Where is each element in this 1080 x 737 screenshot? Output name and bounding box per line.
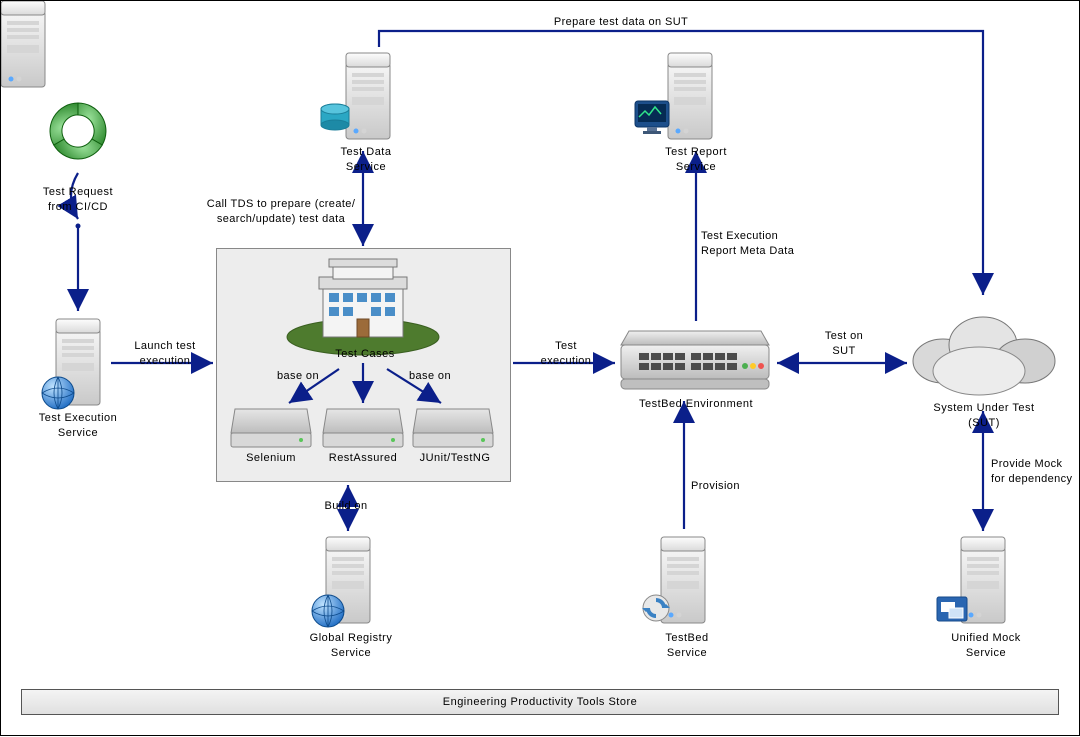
edge-call-tds: Call TDS to prepare (create/ search/upda… [191, 197, 371, 227]
test-execution-service-label: Test Execution Service [21, 411, 135, 441]
restassured-label: RestAssured [321, 451, 405, 466]
diagram-canvas: Test Request from CI/CD Test Execution S… [0, 0, 1080, 736]
edge-baseon-left: base on [263, 369, 333, 384]
footer-label: Engineering Productivity Tools Store [443, 696, 638, 708]
test-execution-service-icon [42, 319, 100, 409]
testbed-service-label: TestBed Service [637, 631, 737, 661]
selenium-label: Selenium [229, 451, 313, 466]
test-data-service-icon [346, 53, 390, 139]
edge-build-on: Build on [311, 499, 381, 514]
edge-baseon-right: base on [395, 369, 465, 384]
edge-prepare-test-data: Prepare test data on SUT [521, 15, 721, 30]
edge-provision: Provision [691, 479, 771, 494]
sut-cloud-icon [913, 317, 1055, 395]
test-data-service-label: Test Data Service [321, 145, 411, 175]
junit-label: JUnit/TestNG [411, 451, 499, 466]
global-registry-label: Global Registry Service [291, 631, 411, 661]
diagram-svg [1, 1, 1080, 737]
edge-test-on-sut: Test on SUT [809, 329, 879, 359]
test-report-service-label: Test Report Service [641, 145, 751, 175]
unified-mock-label: Unified Mock Service [931, 631, 1041, 661]
edge-launch-test: Launch test execution [117, 339, 213, 369]
test-request-label: Test Request from CI/CD [28, 185, 128, 215]
test-cases-label: Test Cases [317, 347, 413, 362]
testbed-env-icon [621, 331, 769, 389]
testbed-env-label: TestBed Environment [611, 397, 781, 412]
edge-test-execution: Test execution [521, 339, 611, 369]
unified-mock-icon [961, 537, 1005, 623]
restassured-drive-icon [323, 409, 403, 447]
sut-label: System Under Test (SUT) [909, 401, 1059, 431]
cicd-icon [40, 100, 106, 169]
test-cases-icon [287, 259, 439, 355]
selenium-drive-icon [231, 409, 311, 447]
junit-drive-icon [413, 409, 493, 447]
global-registry-icon [312, 537, 370, 627]
footer-bar: Engineering Productivity Tools Store [21, 689, 1059, 715]
edge-provide-mock: Provide Mock for dependency [991, 457, 1080, 487]
test-report-service-icon [668, 53, 712, 139]
edge-report-meta: Test Execution Report Meta Data [701, 229, 831, 259]
